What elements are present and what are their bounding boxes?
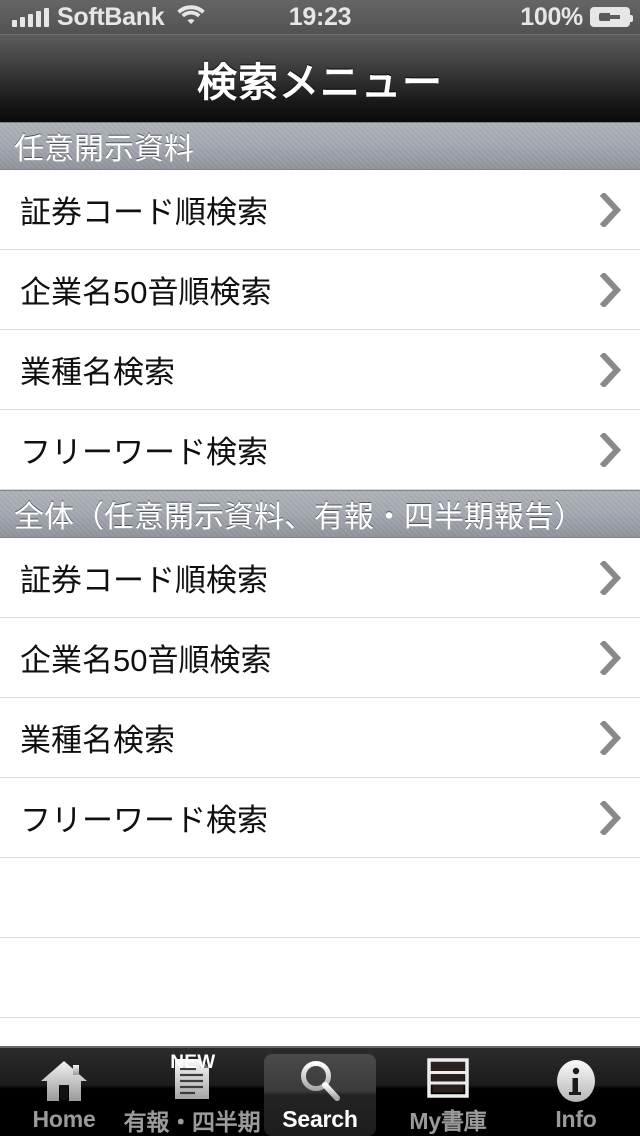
new-badge: NEW	[170, 1052, 216, 1073]
tab-label: 有報・四半期	[123, 1108, 261, 1135]
tab-document[interactable]: NEW 有報・四半期	[124, 1048, 261, 1136]
chevron-right-icon	[600, 640, 622, 675]
search-icon	[298, 1057, 342, 1103]
battery-charging-icon	[590, 7, 633, 27]
tab-bookshelf[interactable]: My書庫	[384, 1048, 512, 1136]
battery-percent-label: 100%	[520, 2, 583, 31]
tab-hit-area[interactable]: Search	[264, 1054, 376, 1136]
chevron-right-icon	[600, 272, 622, 307]
navigation-bar: 検索メニュー	[0, 34, 640, 122]
tab-info[interactable]: Info	[512, 1048, 640, 1136]
tab-label: Search	[282, 1106, 358, 1132]
row-label: 業種名検索	[20, 723, 175, 758]
status-bar: SoftBank 19:23 100%	[0, 0, 640, 34]
page-title: 検索メニュー	[197, 60, 443, 105]
table-row[interactable]: 証券コード順検索	[0, 538, 640, 618]
chevron-right-icon	[600, 560, 622, 595]
row-label: フリーワード検索	[20, 435, 268, 470]
plug-glyph	[599, 11, 621, 23]
tab-label: Home	[32, 1106, 96, 1132]
home-icon	[40, 1057, 88, 1103]
info-icon	[555, 1057, 597, 1103]
table-row[interactable]: 証券コード順検索	[0, 170, 640, 250]
empty-row	[0, 938, 640, 1018]
row-label: 企業名50音順検索	[20, 275, 272, 310]
empty-row	[0, 858, 640, 938]
row-label: 業種名検索	[20, 355, 175, 390]
tab-hit-area[interactable]: Home	[8, 1054, 120, 1136]
chevron-right-icon	[600, 720, 622, 755]
table-row[interactable]: フリーワード検索	[0, 778, 640, 858]
chevron-right-icon	[600, 352, 622, 387]
tab-hit-area[interactable]: Info	[520, 1054, 632, 1136]
table-row[interactable]: フリーワード検索	[0, 410, 640, 490]
row-label: 証券コード順検索	[20, 563, 268, 598]
chevron-right-icon	[600, 800, 622, 835]
app-screen: SoftBank 19:23 100% 検索メニュー 任意開示資料証券コード順検…	[0, 0, 640, 1136]
empty-row	[0, 1018, 640, 1046]
chevron-right-icon	[600, 192, 622, 227]
tab-bar[interactable]: Home NEW 有報・四半期 Search My書庫 Info	[0, 1046, 640, 1136]
tab-hit-area[interactable]: NEW 有報・四半期	[124, 1052, 261, 1136]
tab-home[interactable]: Home	[0, 1048, 128, 1136]
section-header: 任意開示資料	[0, 122, 640, 170]
section-header: 全体（任意開示資料、有報・四半期報告）	[0, 490, 640, 538]
status-bar-right: 100%	[520, 0, 633, 34]
row-label: 証券コード順検索	[20, 195, 268, 230]
bookshelf-icon	[427, 1054, 469, 1099]
tab-search[interactable]: Search	[256, 1048, 384, 1136]
tab-label: Info	[555, 1106, 597, 1132]
table-row[interactable]: 企業名50音順検索	[0, 250, 640, 330]
table-row[interactable]: 業種名検索	[0, 330, 640, 410]
table-row[interactable]: 企業名50音順検索	[0, 618, 640, 698]
search-menu-table[interactable]: 任意開示資料 証券コード順検索 企業名50音順検索 業種名検索 フリーワード検索 全体（任…	[0, 122, 640, 1046]
table-row[interactable]: 業種名検索	[0, 698, 640, 778]
tab-label: My書庫	[409, 1108, 487, 1134]
chevron-right-icon	[600, 432, 622, 467]
tab-hit-area[interactable]: My書庫	[392, 1054, 504, 1136]
row-label: フリーワード検索	[20, 803, 268, 838]
row-label: 企業名50音順検索	[20, 643, 272, 678]
